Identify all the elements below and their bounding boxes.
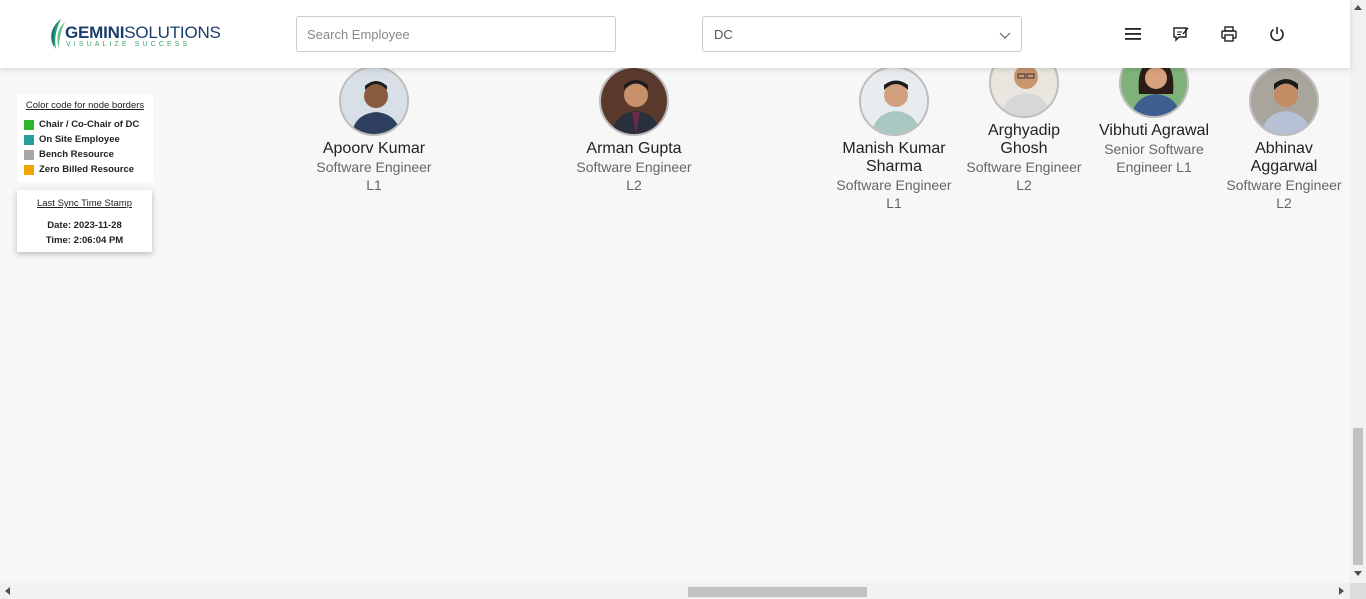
scroll-up-arrow-icon[interactable] <box>1354 5 1362 10</box>
horizontal-scroll-thumb[interactable] <box>688 587 867 597</box>
sync-title: Last Sync Time Stamp <box>36 198 133 209</box>
legend-label: Chair / Co-Chair of DC <box>39 119 140 130</box>
scroll-down-arrow-icon[interactable] <box>1354 571 1362 576</box>
avatar <box>599 66 669 136</box>
employee-node[interactable]: Abhinav Aggarwal Software Engineer L2 <box>1224 66 1344 212</box>
employee-role: Software Engineer L1 <box>836 177 952 211</box>
legend-item: Chair / Co-Chair of DC <box>23 117 147 132</box>
logout-button[interactable] <box>1265 22 1289 46</box>
print-button[interactable] <box>1217 22 1241 46</box>
employee-node[interactable]: Apoorv Kumar Software Engineer L1 <box>314 66 434 194</box>
department-select[interactable]: DC <box>702 16 1022 52</box>
avatar <box>339 66 409 136</box>
logo-text-bold: GEMINI <box>65 23 125 42</box>
feedback-icon <box>1173 27 1189 42</box>
employee-name: Abhinav Aggarwal <box>1250 140 1318 175</box>
print-icon <box>1221 26 1237 42</box>
legend-item: Zero Billed Resource <box>23 162 147 177</box>
employee-role: Software Engineer L2 <box>1226 177 1342 211</box>
person-photo-icon <box>1251 68 1317 134</box>
legend-label: Bench Resource <box>39 149 114 160</box>
legend-label: Zero Billed Resource <box>39 164 135 175</box>
avatar <box>859 66 929 136</box>
power-icon <box>1270 27 1284 42</box>
legend-item: Bench Resource <box>23 147 147 162</box>
menu-icon <box>1125 28 1141 40</box>
person-photo-icon <box>601 68 667 134</box>
employee-node[interactable]: Arghyadip Ghosh Software Engineer L2 <box>964 48 1084 194</box>
person-photo-icon <box>341 68 407 134</box>
employee-name: Arman Gupta <box>586 140 682 157</box>
menu-button[interactable] <box>1121 22 1145 46</box>
legend-title: Color code for node borders <box>25 100 145 111</box>
search-employee-input[interactable] <box>296 16 616 52</box>
vertical-scrollbar[interactable] <box>1350 0 1366 583</box>
sync-date: Date: 2023-11-28 <box>47 220 122 231</box>
legend-label: On Site Employee <box>39 134 120 145</box>
employee-node[interactable]: Arman Gupta Software Engineer L2 <box>574 66 694 194</box>
legend-swatch-bench <box>24 149 34 160</box>
scrollbar-corner <box>1350 583 1366 599</box>
legend-swatch-onsite <box>24 134 34 145</box>
logo-tagline: VISUALIZE SUCCESS <box>66 41 191 48</box>
legend-item: On Site Employee <box>23 132 147 147</box>
scroll-left-arrow-icon[interactable] <box>5 587 10 595</box>
employee-role: Software Engineer L2 <box>576 159 692 193</box>
top-header: GEMINISOLUTIONS VISUALIZE SUCCESS DC <box>0 0 1350 68</box>
logo-wordmark: GEMINISOLUTIONS <box>65 23 221 43</box>
logo-text-light: SOLUTIONS <box>124 23 221 42</box>
employee-role: Software Engineer L2 <box>966 159 1082 193</box>
person-photo-icon <box>861 68 927 134</box>
border-color-legend: Color code for node borders Chair / Co-C… <box>17 94 153 182</box>
legend-swatch-zero-billed <box>24 164 34 175</box>
horizontal-scrollbar[interactable] <box>0 583 1350 599</box>
feedback-button[interactable] <box>1169 22 1193 46</box>
employee-role: Software Engineer L1 <box>316 159 432 193</box>
employee-role: Senior Software Engineer L1 <box>1104 141 1204 175</box>
sync-time: Time: 2:06:04 PM <box>45 235 124 246</box>
employee-name: Vibhuti Agrawal <box>1099 122 1209 139</box>
chevron-down-icon <box>999 32 1011 39</box>
avatar <box>1249 66 1319 136</box>
scroll-right-arrow-icon[interactable] <box>1339 587 1344 595</box>
company-logo[interactable]: GEMINISOLUTIONS VISUALIZE SUCCESS <box>47 17 221 51</box>
last-sync-panel: Last Sync Time Stamp Date: 2023-11-28 Ti… <box>17 190 152 252</box>
employee-name: Arghyadip Ghosh <box>987 122 1061 157</box>
employee-name: Manish Kumar Sharma <box>842 140 946 175</box>
department-selected-value: DC <box>714 27 733 42</box>
legend-swatch-chair <box>24 119 34 130</box>
employee-name: Apoorv Kumar <box>322 140 426 157</box>
vertical-scroll-thumb[interactable] <box>1353 428 1363 565</box>
employee-node[interactable]: Manish Kumar Sharma Software Engineer L1 <box>834 66 954 212</box>
